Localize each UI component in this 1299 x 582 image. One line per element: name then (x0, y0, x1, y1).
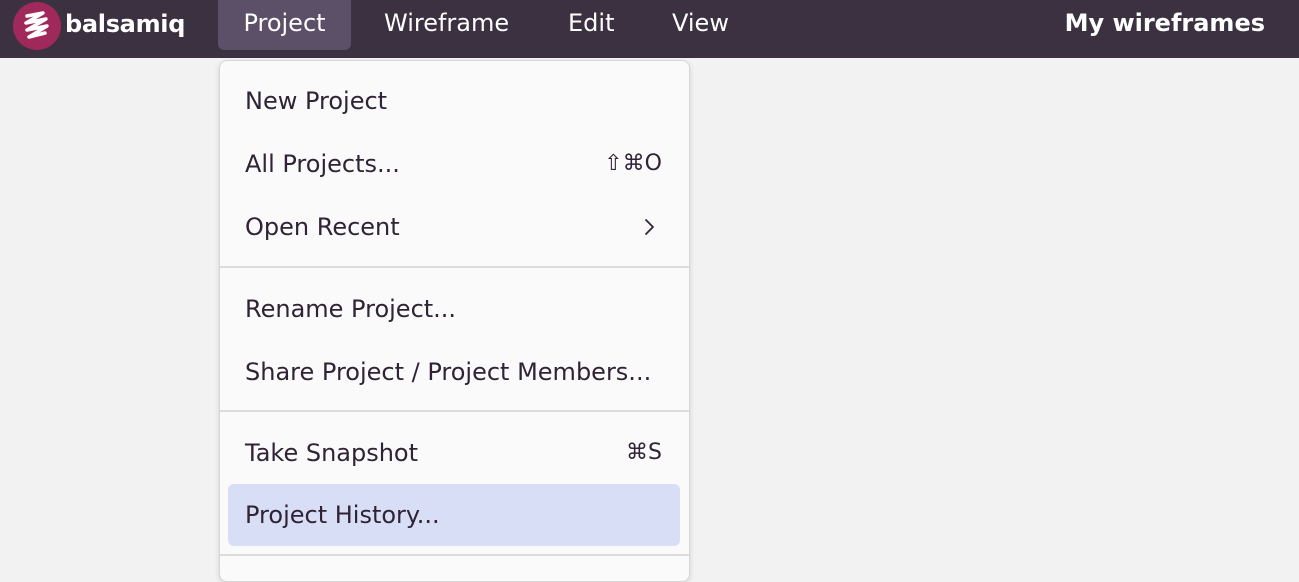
menu-project[interactable]: Project (218, 0, 351, 50)
menu-item-label: Share Project / Project Members... (245, 358, 652, 386)
app-logo-text: balsamiq (65, 10, 186, 38)
shortcut-shift-cmd-o: ⇧⌘O (604, 151, 662, 176)
top-menu-bar: balsamiq Project Wireframe Edit View My … (0, 0, 1299, 58)
menu-item-label: New Project (245, 87, 388, 115)
menu-item-open-recent[interactable]: Open Recent (228, 196, 680, 258)
menu-separator (220, 410, 689, 412)
menu-item-label: Rename Project... (245, 295, 457, 323)
menu-item-rename-project[interactable]: Rename Project... (228, 278, 680, 340)
menu-separator (220, 266, 689, 268)
balsamiq-logo-icon[interactable] (13, 2, 61, 50)
balsamiq-scribble-icon (24, 11, 49, 39)
chevron-right-icon (645, 219, 654, 235)
menu-item-new-project[interactable]: New Project (228, 70, 680, 132)
menu-item-label: Open Recent (245, 213, 400, 241)
menu-item-take-snapshot[interactable]: Take Snapshot ⌘S (228, 422, 680, 484)
menu-item-all-projects[interactable]: All Projects... ⇧⌘O (228, 133, 680, 195)
menu-item-project-history[interactable]: Project History... (228, 484, 680, 546)
menu-item-share-project[interactable]: Share Project / Project Members... (228, 341, 680, 403)
my-wireframes-link[interactable]: My wireframes (1065, 0, 1265, 46)
menu-separator (220, 554, 689, 556)
menu-edit[interactable]: Edit (568, 0, 614, 50)
menu-item-label: Project History... (245, 501, 440, 529)
project-dropdown-menu: New Project All Projects... ⇧⌘O Open Rec… (219, 60, 690, 582)
menu-view[interactable]: View (672, 0, 729, 50)
shortcut-cmd-s: ⌘S (626, 440, 662, 465)
menu-item-label: All Projects... (245, 150, 400, 178)
menu-item-label: Take Snapshot (245, 439, 419, 467)
menu-wireframe[interactable]: Wireframe (384, 0, 509, 50)
